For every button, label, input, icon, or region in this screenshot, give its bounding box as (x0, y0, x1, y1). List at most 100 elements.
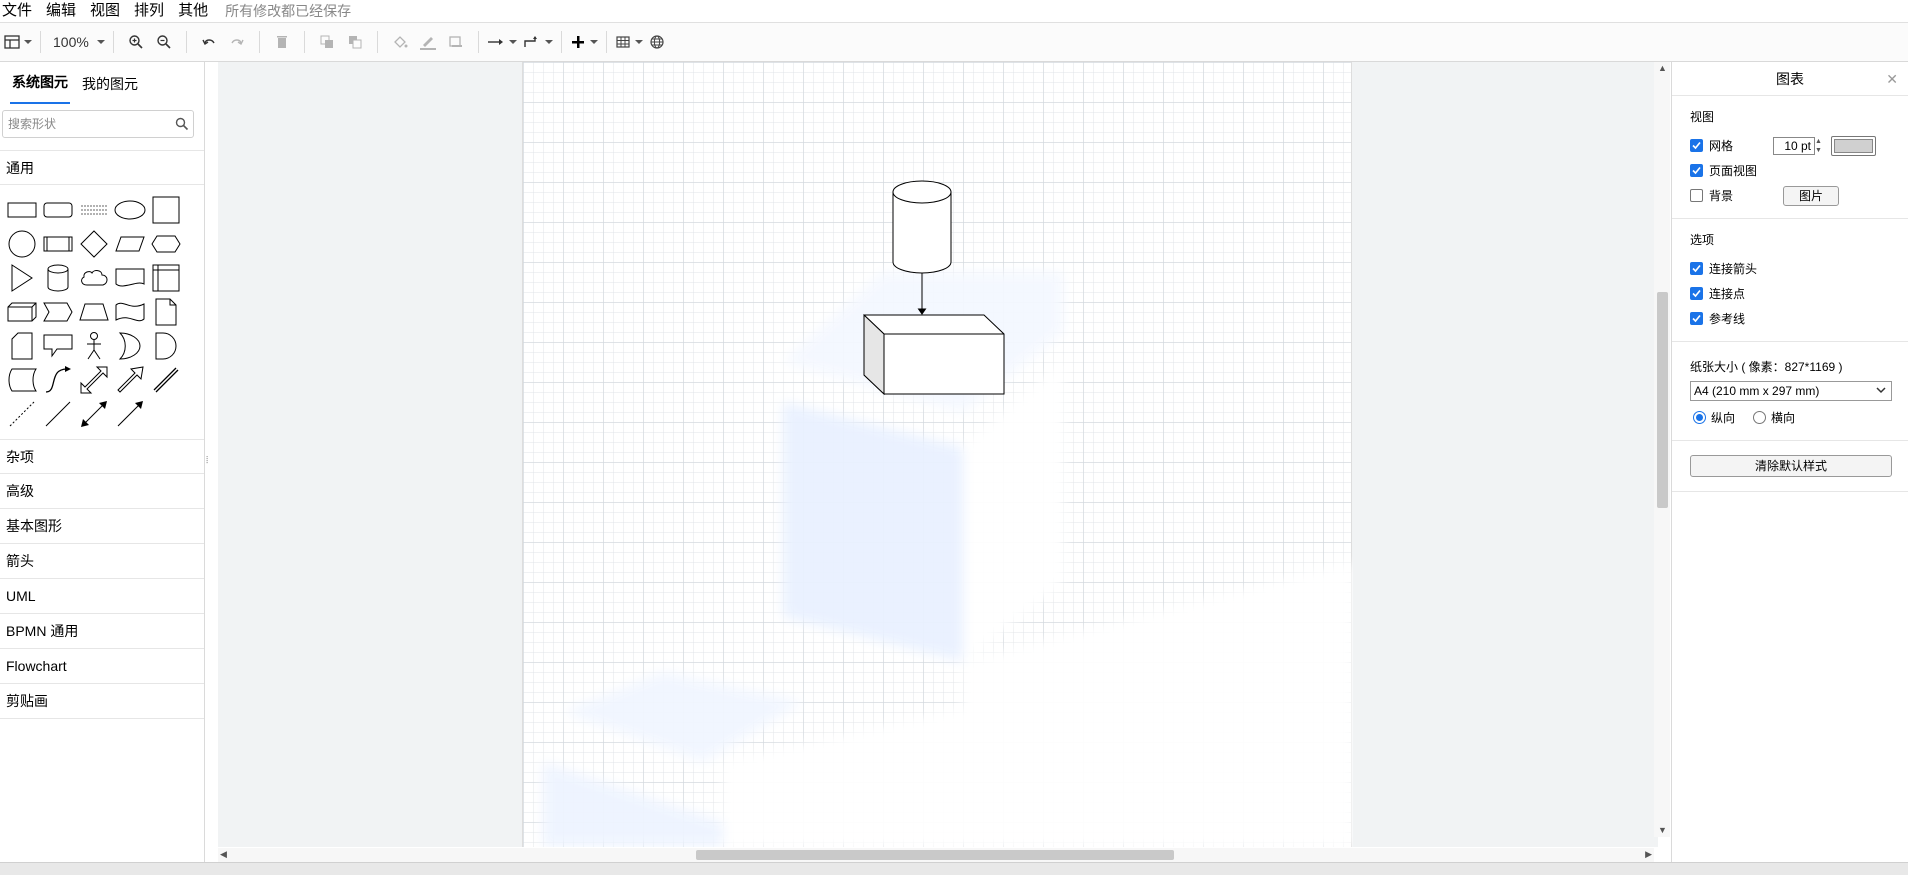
diagram-cube-shape[interactable] (863, 313, 1005, 396)
shape-directional-connector[interactable] (112, 397, 148, 431)
zoom-dropdown[interactable]: 100% (49, 28, 105, 56)
shape-or[interactable] (112, 329, 148, 363)
redo-button[interactable] (223, 28, 251, 56)
shape-line[interactable] (40, 397, 76, 431)
table-button[interactable] (615, 28, 643, 56)
panel-layout-button[interactable] (4, 28, 32, 56)
landscape-radio[interactable] (1753, 411, 1767, 424)
to-front-button[interactable] (313, 28, 341, 56)
waypoints-button[interactable] (523, 28, 553, 56)
paper-size-select[interactable]: A4 (210 mm x 297 mm) (1690, 381, 1892, 401)
close-icon[interactable]: ✕ (1886, 62, 1898, 96)
horizontal-scroll-thumb[interactable] (696, 850, 1174, 860)
shape-diamond[interactable] (76, 227, 112, 261)
connection-arrows-checkbox[interactable] (1690, 262, 1703, 275)
guides-checkbox[interactable] (1690, 312, 1703, 325)
horizontal-scrollbar[interactable]: ◀ ▶ (218, 848, 1654, 862)
shadow-button[interactable] (442, 28, 470, 56)
sidebar-resize-handle[interactable]: ⦙ (206, 455, 212, 469)
diagram-cylinder-shape[interactable] (892, 180, 952, 274)
shape-data-storage[interactable] (4, 363, 40, 397)
menu-extras[interactable]: 其他 (173, 0, 213, 22)
undo-button[interactable] (195, 28, 223, 56)
delete-button[interactable] (268, 28, 296, 56)
shape-card[interactable] (4, 329, 40, 363)
zoom-out-button[interactable] (150, 28, 178, 56)
language-button[interactable] (643, 28, 671, 56)
shape-callout[interactable] (40, 329, 76, 363)
shape-triangle[interactable] (4, 261, 40, 295)
grid-size-stepper[interactable]: ▲ ▼ (1815, 137, 1825, 155)
shape-cylinder[interactable] (40, 261, 76, 295)
shape-delay[interactable] (148, 329, 184, 363)
connection-style-button[interactable] (487, 28, 517, 56)
connection-points-checkbox[interactable] (1690, 287, 1703, 300)
section-bpmn[interactable]: BPMN 通用 (0, 614, 204, 649)
search-input[interactable] (3, 111, 163, 137)
shape-square[interactable] (148, 193, 184, 227)
menu-file[interactable]: 文件 (0, 0, 37, 22)
vertical-scroll-thumb[interactable] (1657, 292, 1668, 508)
fill-color-button[interactable] (386, 28, 414, 56)
section-misc[interactable]: 杂项 (0, 439, 204, 474)
section-uml[interactable]: UML (0, 579, 204, 614)
background-image-button[interactable]: 图片 (1783, 185, 1840, 206)
zoom-in-button[interactable] (122, 28, 150, 56)
menu-edit[interactable]: 编辑 (41, 0, 81, 22)
shape-internal-storage[interactable] (148, 261, 184, 295)
background-checkbox[interactable] (1690, 189, 1703, 202)
shape-hexagon[interactable] (148, 227, 184, 261)
grid-label: 网格 (1709, 139, 1734, 153)
tab-my-shapes[interactable]: 我的图元 (80, 74, 140, 104)
section-arrows[interactable]: 箭头 (0, 544, 204, 579)
shape-link[interactable] (148, 363, 184, 397)
shape-bidirectional-connector[interactable] (76, 397, 112, 431)
shape-trapezoid[interactable] (76, 295, 112, 329)
section-advanced[interactable]: 高级 (0, 474, 204, 509)
shape-arrow[interactable] (112, 363, 148, 397)
section-basic[interactable]: 基本图形 (0, 509, 204, 544)
page-view-checkbox[interactable] (1690, 164, 1703, 177)
portrait-radio[interactable] (1693, 411, 1706, 424)
shape-process[interactable] (40, 227, 76, 261)
line-color-button[interactable] (414, 28, 442, 56)
shape-rectangle[interactable] (4, 193, 40, 227)
menu-arrange[interactable]: 排列 (129, 0, 169, 22)
diagram-canvas[interactable] (218, 62, 1658, 847)
section-flowchart[interactable]: Flowchart (0, 649, 204, 684)
shape-dashed-line[interactable] (4, 397, 40, 431)
shape-actor[interactable] (76, 329, 112, 363)
shape-tape[interactable] (112, 295, 148, 329)
shape-step[interactable] (40, 295, 76, 329)
shape-note[interactable] (148, 295, 184, 329)
clear-default-style-button[interactable]: 清除默认样式 (1690, 455, 1892, 477)
grid-checkbox[interactable] (1690, 139, 1703, 152)
scroll-right-icon[interactable]: ▶ (1645, 849, 1652, 860)
shape-text[interactable] (76, 193, 112, 227)
vertical-scrollbar[interactable]: ▲ ▼ (1654, 62, 1670, 837)
shape-curve[interactable] (40, 363, 76, 397)
scroll-left-icon[interactable]: ◀ (220, 849, 227, 860)
shape-bidirectional-arrow[interactable] (76, 363, 112, 397)
shape-parallelogram[interactable] (112, 227, 148, 261)
diagram-page[interactable] (522, 62, 1353, 847)
diagram-connector[interactable] (917, 273, 927, 315)
scroll-down-icon[interactable]: ▼ (1658, 825, 1667, 835)
section-general[interactable]: 通用 (0, 150, 204, 185)
insert-button[interactable] (570, 28, 598, 56)
shape-document[interactable] (112, 261, 148, 295)
shape-cube[interactable] (4, 295, 40, 329)
shape-rounded-rectangle[interactable] (40, 193, 76, 227)
grid-size-input[interactable]: 10 pt (1773, 136, 1816, 155)
diagram-content (863, 180, 1005, 396)
menu-view[interactable]: 视图 (85, 0, 125, 22)
scroll-up-icon[interactable]: ▲ (1658, 63, 1667, 73)
section-clipart[interactable]: 剪贴画 (0, 684, 204, 719)
grid-color-button[interactable] (1831, 135, 1877, 156)
search-icon[interactable] (175, 117, 189, 131)
tab-system-shapes[interactable]: 系统图元 (10, 72, 70, 104)
to-back-button[interactable] (341, 28, 369, 56)
shape-cloud[interactable] (76, 261, 112, 295)
shape-circle[interactable] (4, 227, 40, 261)
shape-ellipse[interactable] (112, 193, 148, 227)
